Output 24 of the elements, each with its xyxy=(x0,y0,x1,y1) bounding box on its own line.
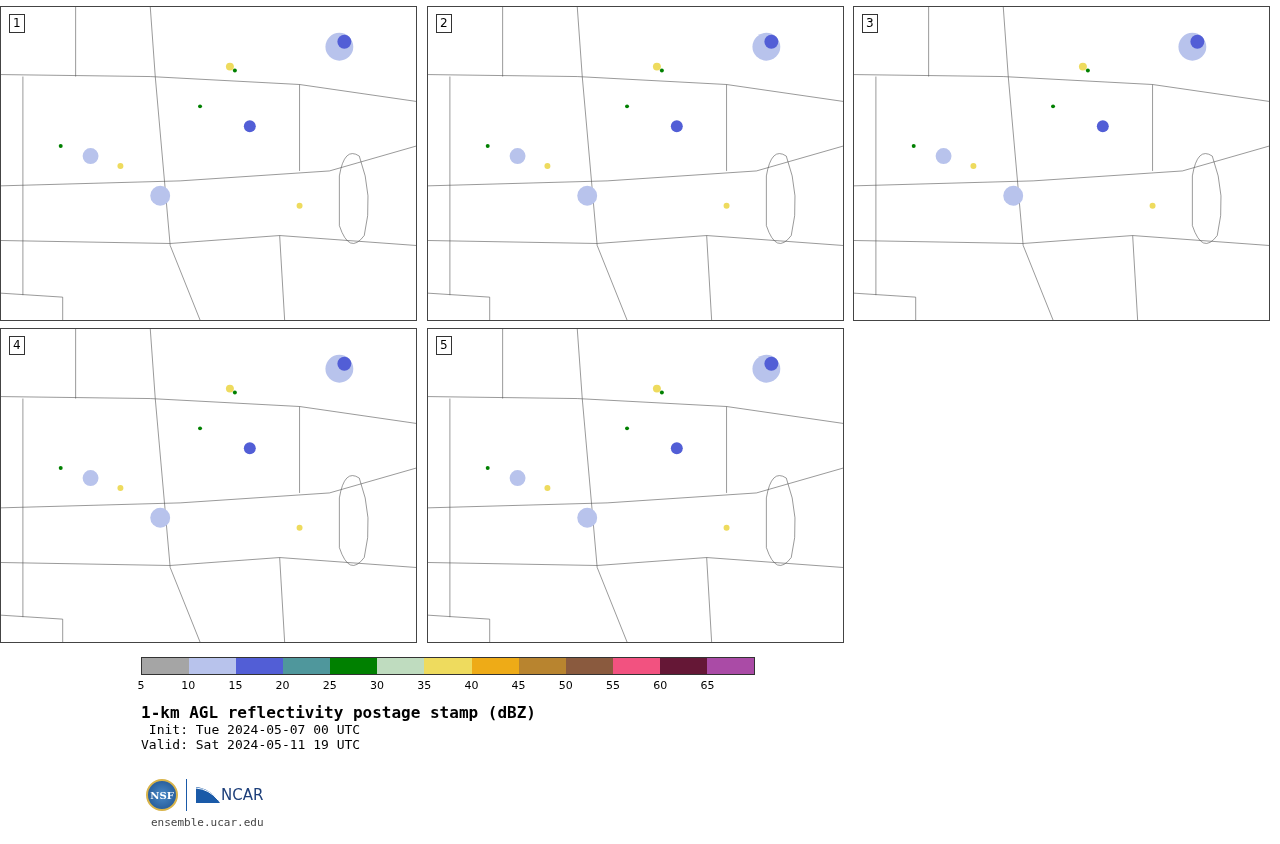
valid-time: Valid: Sat 2024-05-11 19 UTC xyxy=(141,737,362,752)
tick-label: 10 xyxy=(181,679,196,692)
panel-number: 2 xyxy=(436,14,452,33)
panel-number: 1 xyxy=(9,14,25,33)
tick-label: 55 xyxy=(606,679,620,692)
tick-label: 40 xyxy=(464,679,479,692)
tick-label: 65 xyxy=(700,679,715,692)
panel-number: 4 xyxy=(9,336,25,355)
init-time: Init: Tue 2024-05-07 00 UTC xyxy=(147,722,362,737)
site-url: ensemble.ucar.edu xyxy=(151,816,265,829)
tick-label: 45 xyxy=(511,679,526,692)
wordmark-logo: NCAR xyxy=(195,786,264,804)
seal-logo: NSF xyxy=(146,779,178,811)
panel-number: 5 xyxy=(436,336,452,355)
chart-title: 1-km AGL reflectivity postage stamp (dBZ) xyxy=(141,703,537,722)
tick-label: 5 xyxy=(137,679,145,692)
tick-label: 35 xyxy=(417,679,432,692)
panel-number: 3 xyxy=(862,14,878,33)
tick-label: 25 xyxy=(322,679,337,692)
tick-label: 15 xyxy=(228,679,243,692)
tick-label: 60 xyxy=(653,679,668,692)
tick-label: 50 xyxy=(558,679,573,692)
tick-label: 30 xyxy=(370,679,384,692)
tick-label: 20 xyxy=(275,679,290,692)
